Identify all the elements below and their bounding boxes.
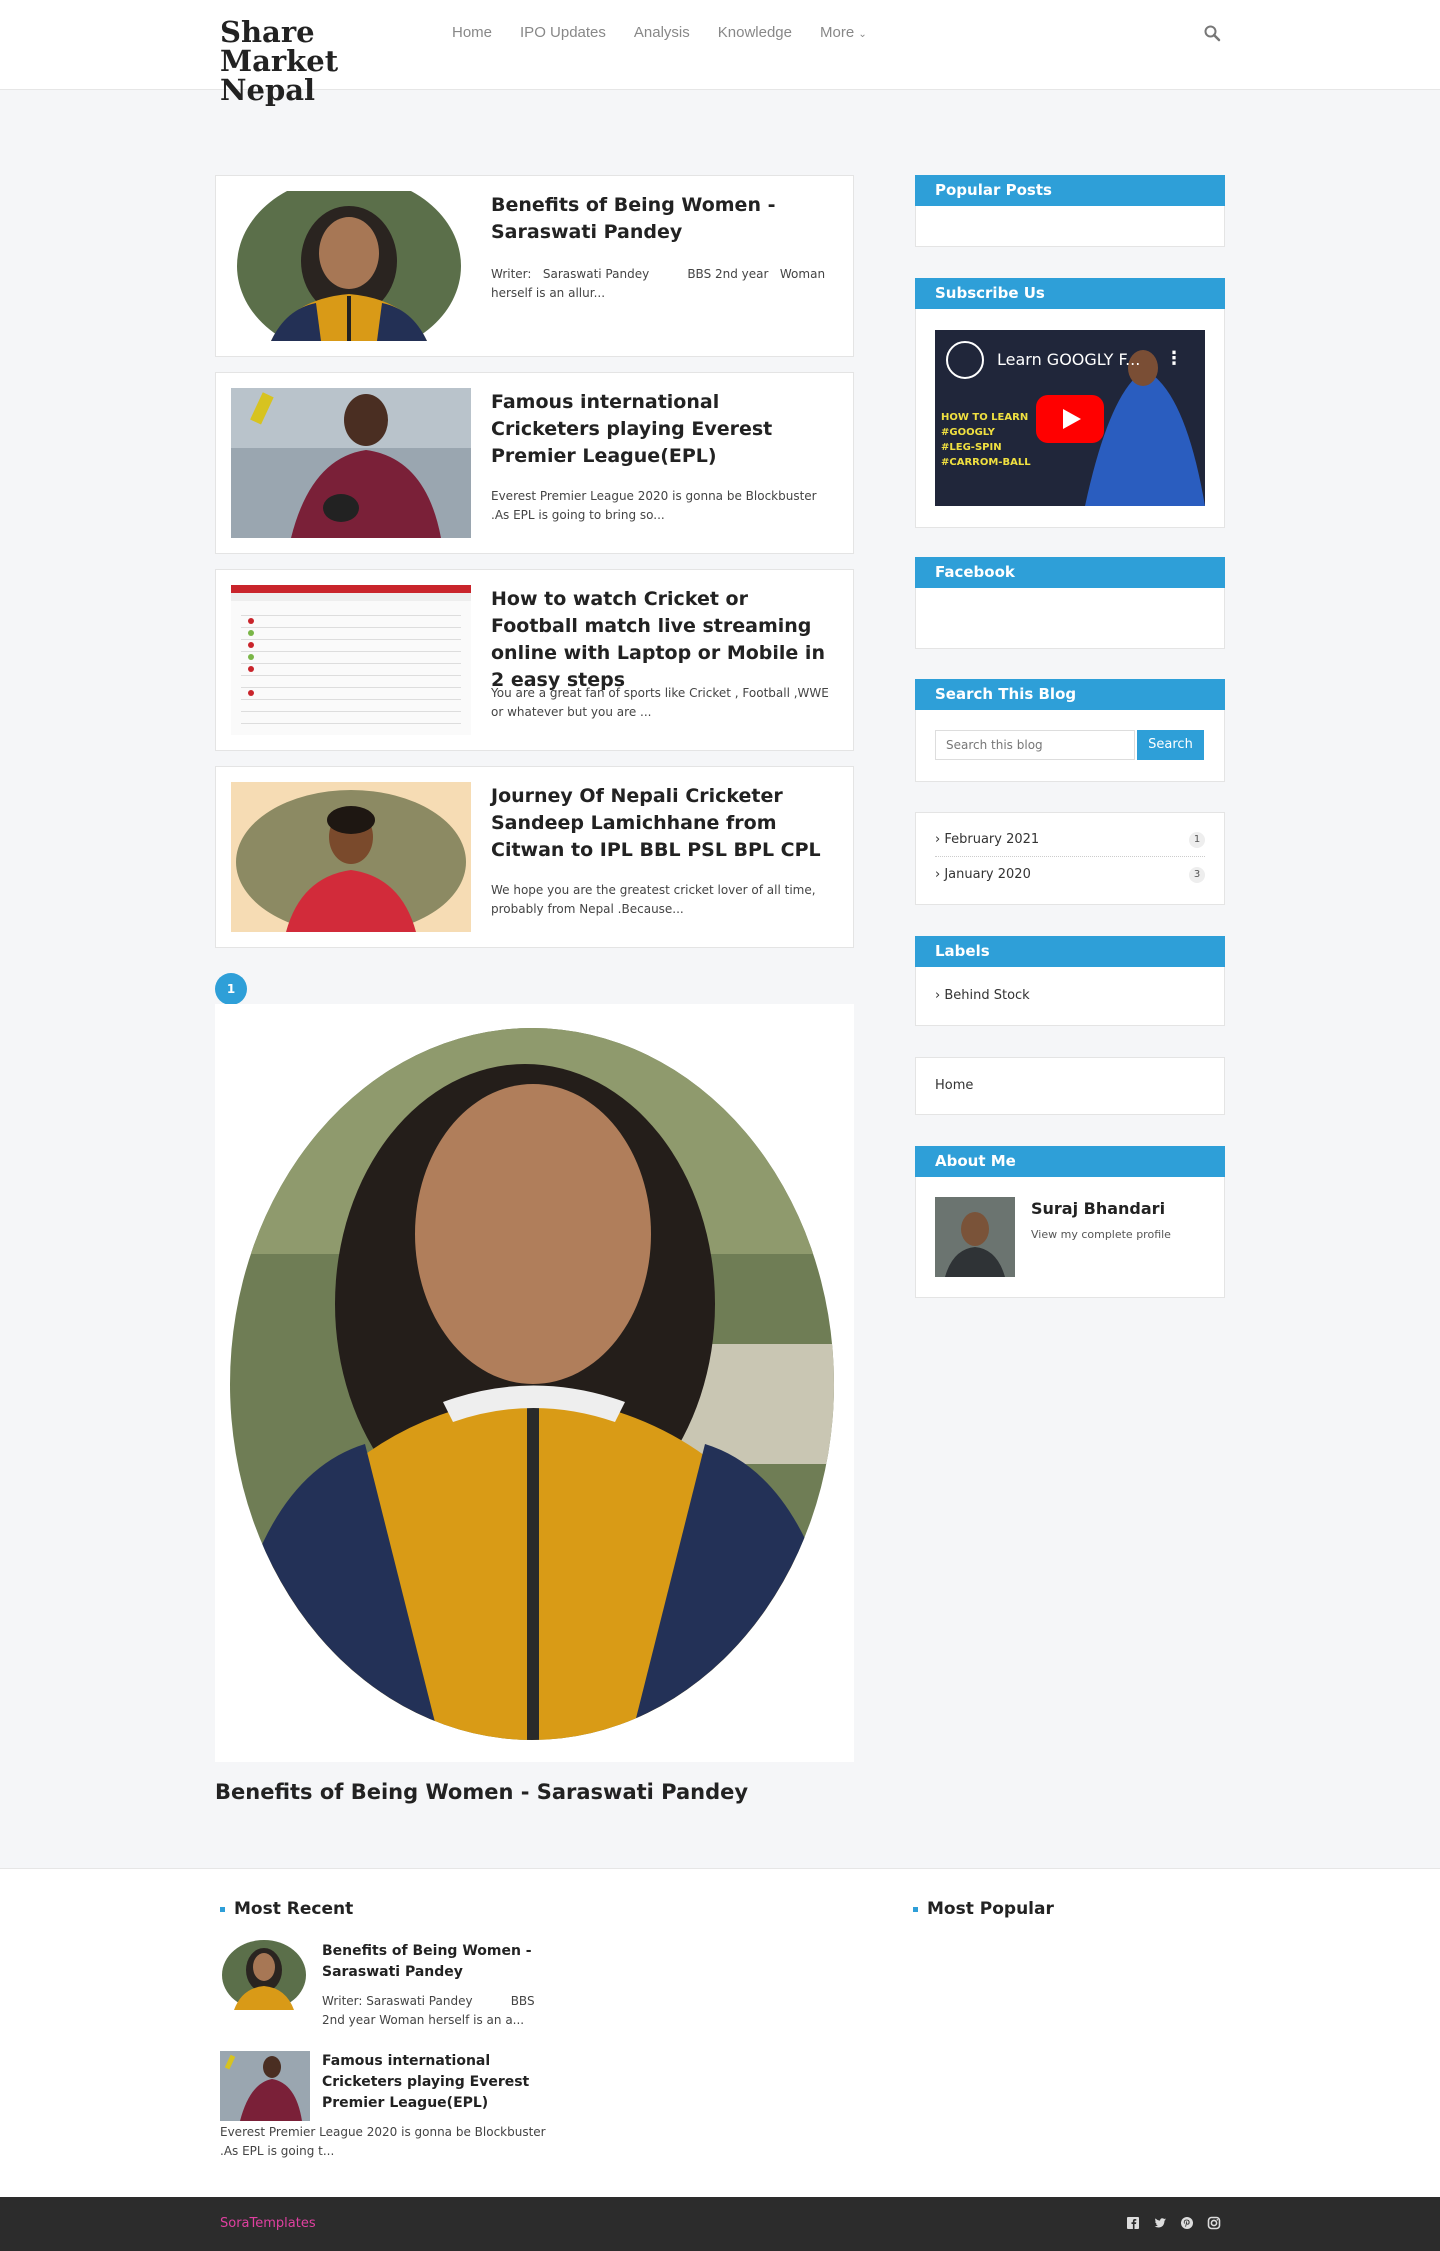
video-tag: #CARROM-BALL bbox=[941, 457, 1031, 468]
post-title[interactable]: How to watch Cricket or Football match l… bbox=[491, 586, 831, 694]
site-logo[interactable]: Share Market Nepal bbox=[220, 18, 440, 105]
pinterest-icon[interactable] bbox=[1179, 2215, 1195, 2231]
archive-label: January 2020 bbox=[944, 867, 1031, 882]
popular-posts-heading: Popular Posts bbox=[915, 175, 1225, 206]
archive-item[interactable]: › January 2020 3 bbox=[935, 858, 1205, 892]
featured-title[interactable]: Benefits of Being Women - Saraswati Pand… bbox=[215, 1780, 748, 1804]
recent-post-text-line: .As EPL is going t... bbox=[220, 2144, 335, 2158]
nav-more[interactable]: More ⌄ bbox=[820, 24, 867, 41]
search-button[interactable]: Search bbox=[1137, 730, 1204, 760]
about-profile-link[interactable]: View my complete profile bbox=[1031, 1228, 1171, 1241]
recent-post-text-line: Writer: Saraswati Pandey BBS bbox=[322, 1994, 535, 2008]
video-tag: HOW TO LEARN bbox=[941, 412, 1029, 423]
main-nav: Home IPO Updates Analysis Knowledge More… bbox=[452, 24, 867, 41]
most-popular-heading-text: Most Popular bbox=[927, 1899, 1054, 1919]
youtube-video-embed[interactable]: Learn GOOGLY F... ⋮ HOW TO LEARN #GOOGLY… bbox=[935, 330, 1205, 506]
recent-post-text: Writer: Saraswati Pandey BBS 2nd year Wom… bbox=[322, 1992, 535, 2030]
post-title[interactable]: Benefits of Being Women - Saraswati Pand… bbox=[491, 192, 831, 246]
post-snippet: Everest Premier League 2020 is gonna be … bbox=[491, 489, 817, 522]
avatar[interactable] bbox=[935, 1197, 1015, 1277]
cricketer-sandeep-image bbox=[231, 782, 471, 932]
video-tag: #GOOGLY bbox=[941, 427, 995, 438]
post-snippet: You are a great fan of sports like Crick… bbox=[491, 686, 829, 719]
nav-knowledge[interactable]: Knowledge bbox=[718, 24, 792, 41]
recent-thumbnail[interactable] bbox=[220, 1940, 310, 2010]
about-name[interactable]: Suraj Bhandari bbox=[1031, 1199, 1165, 1218]
site-header: Share Market Nepal Home IPO Updates Anal… bbox=[0, 0, 1440, 105]
nav-ipo-updates[interactable]: IPO Updates bbox=[520, 24, 606, 41]
post-thumbnail[interactable] bbox=[231, 388, 471, 538]
nav-more-label: More bbox=[820, 24, 855, 41]
twitter-icon[interactable] bbox=[1152, 2215, 1168, 2231]
post-card[interactable]: How to watch Cricket or Football match l… bbox=[215, 569, 854, 751]
post-snippet-line: herself is an allur... bbox=[491, 286, 606, 300]
post-title[interactable]: Journey Of Nepali Cricketer Sandeep Lami… bbox=[491, 783, 831, 864]
chevron-down-icon: ⌄ bbox=[858, 29, 867, 40]
facebook-icon[interactable] bbox=[1125, 2215, 1141, 2231]
archive-label: February 2021 bbox=[944, 832, 1040, 847]
post-snippet: Writer: Saraswati Pandey BBS 2nd year Wo… bbox=[491, 265, 836, 303]
pagination-current[interactable]: 1 bbox=[215, 973, 247, 1005]
footer-bar: SoraTemplates bbox=[0, 2197, 1440, 2251]
label-item-text: Behind Stock bbox=[944, 988, 1030, 1003]
recent-post-text-line: Everest Premier League 2020 is gonna be … bbox=[220, 2125, 546, 2139]
footer-credit-link[interactable]: SoraTemplates bbox=[220, 2216, 316, 2231]
featured-image[interactable] bbox=[215, 1004, 854, 1762]
label-item[interactable]: › Behind Stock bbox=[935, 988, 1030, 1003]
nav-home[interactable]: Home bbox=[452, 24, 492, 41]
recent-thumbnail[interactable] bbox=[220, 2051, 310, 2121]
recent-post-title[interactable]: Famous international Cricketers playing … bbox=[322, 2051, 532, 2114]
about-heading: About Me bbox=[915, 1146, 1225, 1177]
recent-post-text-line: 2nd year Woman herself is an a... bbox=[322, 2013, 525, 2027]
recent-post-title[interactable]: Benefits of Being Women - Saraswati Pand… bbox=[322, 1941, 532, 1983]
most-recent-heading-text: Most Recent bbox=[234, 1899, 354, 1919]
woman-portrait-image bbox=[231, 191, 471, 341]
instagram-icon[interactable] bbox=[1206, 2215, 1222, 2231]
footer-widgets bbox=[0, 1868, 1440, 2198]
archive-item[interactable]: › February 2021 1 bbox=[935, 823, 1205, 857]
post-thumbnail[interactable] bbox=[231, 191, 471, 341]
post-card[interactable]: Benefits of Being Women - Saraswati Pand… bbox=[215, 175, 854, 357]
nav-analysis[interactable]: Analysis bbox=[634, 24, 690, 41]
youtube-play-icon[interactable] bbox=[1036, 395, 1104, 443]
archive-count: 1 bbox=[1189, 832, 1205, 848]
pages-home-link[interactable]: Home bbox=[935, 1078, 973, 1093]
more-vert-icon[interactable]: ⋮ bbox=[1165, 348, 1183, 369]
heading-bullet bbox=[913, 1906, 918, 1912]
cricketer-image bbox=[231, 388, 471, 538]
post-title[interactable]: Famous international Cricketers playing … bbox=[491, 389, 831, 470]
post-card[interactable]: Journey Of Nepali Cricketer Sandeep Lami… bbox=[215, 766, 854, 948]
post-thumbnail[interactable] bbox=[231, 585, 471, 735]
heading-bullet bbox=[220, 1906, 225, 1912]
most-recent-heading: Most Recent bbox=[220, 1899, 353, 1919]
post-card[interactable]: Famous international Cricketers playing … bbox=[215, 372, 854, 554]
post-snippet-line: Writer: Saraswati Pandey BBS 2nd year Wo… bbox=[491, 267, 826, 281]
search-heading: Search This Blog bbox=[915, 679, 1225, 710]
video-tags: HOW TO LEARN #GOOGLY #LEG-SPIN #CARROM-B… bbox=[941, 410, 1031, 470]
post-thumbnail[interactable] bbox=[231, 782, 471, 932]
search-input[interactable]: Search this blog bbox=[935, 730, 1135, 760]
search-icon[interactable] bbox=[1203, 24, 1221, 42]
cricketer-image bbox=[220, 2051, 310, 2121]
subscribe-heading: Subscribe Us bbox=[915, 278, 1225, 309]
labels-heading: Labels bbox=[915, 936, 1225, 967]
recent-post-text: Everest Premier League 2020 is gonna be … bbox=[220, 2123, 546, 2161]
facebook-heading: Facebook bbox=[915, 557, 1225, 588]
post-snippet: We hope you are the greatest cricket lov… bbox=[491, 883, 816, 916]
most-popular-heading: Most Popular bbox=[913, 1899, 1054, 1919]
woman-portrait-large-image bbox=[215, 1004, 854, 1762]
video-tag: #LEG-SPIN bbox=[941, 442, 1002, 453]
video-title: Learn GOOGLY F... bbox=[997, 350, 1141, 369]
archive-count: 3 bbox=[1189, 867, 1205, 883]
live-streaming-table-image bbox=[231, 585, 471, 735]
woman-portrait-image bbox=[220, 1940, 310, 2010]
